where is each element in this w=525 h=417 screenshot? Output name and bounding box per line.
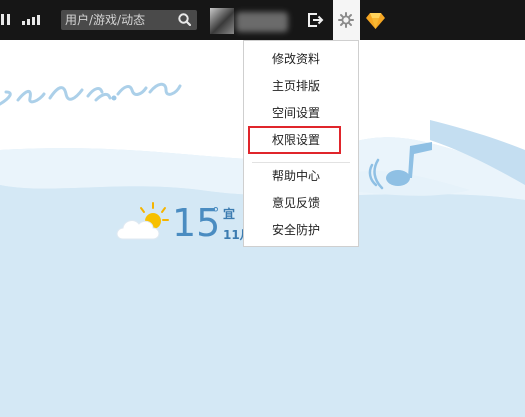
menu-item-space-settings[interactable]: 空间设置 xyxy=(244,101,358,125)
menu-item-security[interactable]: 安全防护 xyxy=(244,218,358,242)
pause-icon[interactable] xyxy=(0,12,14,28)
search-input[interactable] xyxy=(65,10,173,30)
avatar[interactable] xyxy=(210,8,234,34)
blurred-username[interactable] xyxy=(236,12,288,32)
settings-tab[interactable] xyxy=(333,0,360,40)
top-bar xyxy=(0,0,525,40)
menu-item-feedback[interactable]: 意见反馈 xyxy=(244,191,358,215)
degree-symbol: ° xyxy=(212,204,220,222)
menu-item-edit-profile[interactable]: 修改资料 xyxy=(244,47,358,71)
partly-cloudy-icon xyxy=(116,202,169,240)
menu-item-help-center[interactable]: 帮助中心 xyxy=(244,164,358,188)
highlight-annotation-box xyxy=(248,126,341,154)
menu-item-homepage-layout[interactable]: 主页排版 xyxy=(244,74,358,98)
logout-icon[interactable] xyxy=(306,11,324,29)
diamond-vip-icon[interactable] xyxy=(366,12,385,29)
gear-icon[interactable] xyxy=(338,12,354,28)
search-icon[interactable] xyxy=(178,13,191,26)
signal-bars-icon[interactable] xyxy=(20,12,42,28)
menu-divider xyxy=(252,162,350,163)
weather-city: 宜 xyxy=(223,207,236,221)
search-box xyxy=(61,10,197,30)
